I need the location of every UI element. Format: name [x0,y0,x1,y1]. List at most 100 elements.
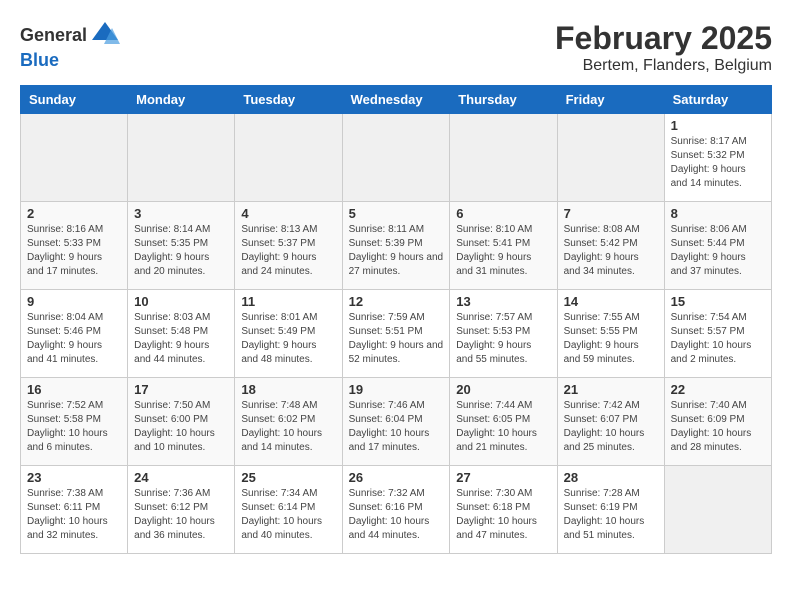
day-number: 9 [27,294,121,309]
day-cell: 3Sunrise: 8:14 AM Sunset: 5:35 PM Daylig… [128,202,235,290]
day-number: 10 [134,294,228,309]
day-info: Sunrise: 7:59 AM Sunset: 5:51 PM Dayligh… [349,311,444,367]
day-cell [235,114,342,202]
day-number: 15 [671,294,765,309]
day-cell [557,114,664,202]
day-info: Sunrise: 8:14 AM Sunset: 5:35 PM Dayligh… [134,223,228,279]
day-number: 1 [671,118,765,133]
day-number: 5 [349,206,444,221]
day-cell: 13 Sunrise: 7:57 AM Sunset: 5:53 PM Dayli… [450,290,557,378]
calendar-header-row: SundayMondayTuesdayWednesdayThursdayFrid… [21,86,772,114]
day-number: 16 [27,382,121,397]
day-info: Sunrise: 8:10 AM Sunset: 5:41 PM Dayligh… [456,223,550,279]
day-cell: 21Sunrise: 7:42 AM Sunset: 6:07 PM Dayli… [557,378,664,466]
day-cell: 6 Sunrise: 8:10 AM Sunset: 5:41 PM Daylig… [450,202,557,290]
day-cell: 20 Sunrise: 7:44 AM Sunset: 6:05 PM Dayli… [450,378,557,466]
logo-blue: Blue [20,50,120,71]
day-info: Sunrise: 7:52 AM Sunset: 5:58 PM Dayligh… [27,399,121,455]
day-cell: 18Sunrise: 7:48 AM Sunset: 6:02 PM Dayli… [235,378,342,466]
day-info: Sunrise: 7:30 AM Sunset: 6:18 PM Dayligh… [456,487,550,543]
col-header-sunday: Sunday [21,86,128,114]
day-number: 13 [456,294,550,309]
logo-icon [90,20,120,50]
day-cell: 22Sunrise: 7:40 AM Sunset: 6:09 PM Dayli… [664,378,771,466]
day-number: 6 [456,206,550,221]
day-number: 14 [564,294,658,309]
logo: General Blue [20,20,120,71]
day-info: Sunrise: 8:13 AM Sunset: 5:37 PM Dayligh… [241,223,335,279]
day-cell [21,114,128,202]
day-cell: 27 Sunrise: 7:30 AM Sunset: 6:18 PM Dayli… [450,466,557,554]
calendar: SundayMondayTuesdayWednesdayThursdayFrid… [20,85,772,554]
day-cell [128,114,235,202]
day-info: Sunrise: 8:08 AM Sunset: 5:42 PM Dayligh… [564,223,658,279]
day-cell: 5 Sunrise: 8:11 AM Sunset: 5:39 PM Daylig… [342,202,450,290]
day-info: Sunrise: 8:06 AM Sunset: 5:44 PM Dayligh… [671,223,765,279]
day-cell: 19 Sunrise: 7:46 AM Sunset: 6:04 PM Dayli… [342,378,450,466]
day-cell [342,114,450,202]
col-header-thursday: Thursday [450,86,557,114]
day-info: Sunrise: 7:34 AM Sunset: 6:14 PM Dayligh… [241,487,335,543]
day-number: 23 [27,470,121,485]
day-info: Sunrise: 8:16 AM Sunset: 5:33 PM Dayligh… [27,223,121,279]
day-number: 11 [241,294,335,309]
day-info: Sunrise: 7:40 AM Sunset: 6:09 PM Dayligh… [671,399,765,455]
day-cell: 11 Sunrise: 8:01 AM Sunset: 5:49 PM Dayli… [235,290,342,378]
col-header-friday: Friday [557,86,664,114]
day-cell: 28Sunrise: 7:28 AM Sunset: 6:19 PM Dayli… [557,466,664,554]
day-info: Sunrise: 7:50 AM Sunset: 6:00 PM Dayligh… [134,399,228,455]
week-row-4: 16 Sunrise: 7:52 AM Sunset: 5:58 PM Dayli… [21,378,772,466]
day-number: 26 [349,470,444,485]
day-cell: 4 Sunrise: 8:13 AM Sunset: 5:37 PM Daylig… [235,202,342,290]
col-header-wednesday: Wednesday [342,86,450,114]
day-cell: 26 Sunrise: 7:32 AM Sunset: 6:16 PM Dayli… [342,466,450,554]
day-info: Sunrise: 7:32 AM Sunset: 6:16 PM Dayligh… [349,487,444,543]
day-number: 19 [349,382,444,397]
day-info: Sunrise: 8:03 AM Sunset: 5:48 PM Dayligh… [134,311,228,367]
day-info: Sunrise: 8:17 AM Sunset: 5:32 PM Dayligh… [671,135,765,191]
week-row-5: 23Sunrise: 7:38 AM Sunset: 6:11 PM Dayli… [21,466,772,554]
day-info: Sunrise: 8:04 AM Sunset: 5:46 PM Dayligh… [27,311,121,367]
day-info: Sunrise: 7:46 AM Sunset: 6:04 PM Dayligh… [349,399,444,455]
subtitle: Bertem, Flanders, Belgium [555,57,772,75]
day-info: Sunrise: 8:11 AM Sunset: 5:39 PM Dayligh… [349,223,444,279]
day-number: 17 [134,382,228,397]
day-info: Sunrise: 8:01 AM Sunset: 5:49 PM Dayligh… [241,311,335,367]
day-cell: 10 Sunrise: 8:03 AM Sunset: 5:48 PM Dayli… [128,290,235,378]
day-cell: 24Sunrise: 7:36 AM Sunset: 6:12 PM Dayli… [128,466,235,554]
day-number: 24 [134,470,228,485]
day-cell: 17 Sunrise: 7:50 AM Sunset: 6:00 PM Dayli… [128,378,235,466]
day-cell: 7 Sunrise: 8:08 AM Sunset: 5:42 PM Daylig… [557,202,664,290]
col-header-monday: Monday [128,86,235,114]
day-number: 21 [564,382,658,397]
day-cell: 9 Sunrise: 8:04 AM Sunset: 5:46 PM Daylig… [21,290,128,378]
day-number: 27 [456,470,550,485]
day-cell: 16 Sunrise: 7:52 AM Sunset: 5:58 PM Dayli… [21,378,128,466]
day-number: 20 [456,382,550,397]
main-title: February 2025 [555,20,772,57]
day-info: Sunrise: 7:48 AM Sunset: 6:02 PM Dayligh… [241,399,335,455]
day-cell [664,466,771,554]
day-info: Sunrise: 7:57 AM Sunset: 5:53 PM Dayligh… [456,311,550,367]
week-row-3: 9 Sunrise: 8:04 AM Sunset: 5:46 PM Daylig… [21,290,772,378]
day-number: 8 [671,206,765,221]
col-header-tuesday: Tuesday [235,86,342,114]
week-row-2: 2 Sunrise: 8:16 AM Sunset: 5:33 PM Daylig… [21,202,772,290]
day-number: 12 [349,294,444,309]
day-info: Sunrise: 7:55 AM Sunset: 5:55 PM Dayligh… [564,311,658,367]
logo-general: General [20,25,87,46]
day-number: 28 [564,470,658,485]
day-cell: 2 Sunrise: 8:16 AM Sunset: 5:33 PM Daylig… [21,202,128,290]
day-number: 2 [27,206,121,221]
day-cell: 1 Sunrise: 8:17 AM Sunset: 5:32 PM Daylig… [664,114,771,202]
day-cell: 8 Sunrise: 8:06 AM Sunset: 5:44 PM Daylig… [664,202,771,290]
day-cell: 12 Sunrise: 7:59 AM Sunset: 5:51 PM Dayli… [342,290,450,378]
day-info: Sunrise: 7:44 AM Sunset: 6:05 PM Dayligh… [456,399,550,455]
calendar-body: 1 Sunrise: 8:17 AM Sunset: 5:32 PM Daylig… [21,114,772,554]
day-number: 7 [564,206,658,221]
day-number: 4 [241,206,335,221]
day-number: 25 [241,470,335,485]
day-cell: 15Sunrise: 7:54 AM Sunset: 5:57 PM Dayli… [664,290,771,378]
week-row-1: 1 Sunrise: 8:17 AM Sunset: 5:32 PM Daylig… [21,114,772,202]
day-cell: 14 Sunrise: 7:55 AM Sunset: 5:55 PM Dayli… [557,290,664,378]
